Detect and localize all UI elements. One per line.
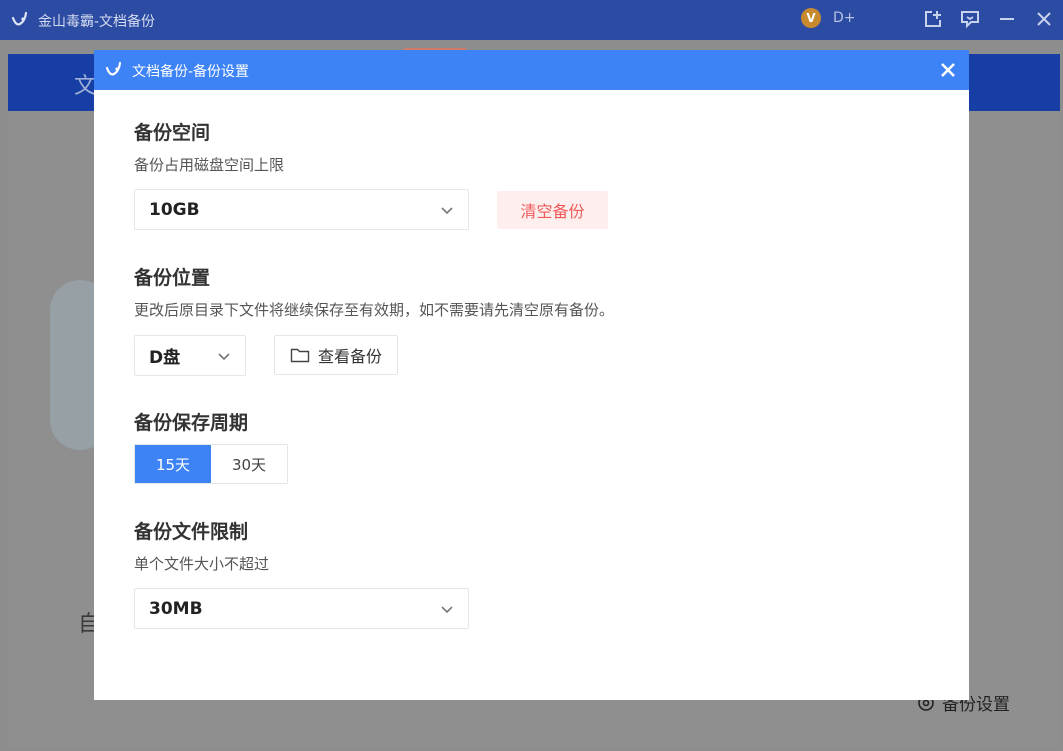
file-limit-select[interactable]: 30MB <box>134 588 469 629</box>
limit-title: 备份文件限制 <box>134 521 249 543</box>
chevron-down-icon <box>441 606 453 614</box>
close-icon <box>941 63 955 77</box>
vip-badge[interactable]: V <box>801 8 821 28</box>
dialog-header: 文档备份-备份设置 <box>94 50 969 90</box>
space-limit-select[interactable]: 10GB <box>134 189 469 230</box>
main-titlebar: 金山毒霸-文档备份 V D+ <box>0 0 1063 40</box>
period-title: 备份保存周期 <box>134 412 249 434</box>
new-window-icon <box>925 11 941 27</box>
minimize-icon <box>1000 18 1014 20</box>
location-title: 备份位置 <box>134 267 211 289</box>
clear-backup-button[interactable]: 清空备份 <box>497 191 608 229</box>
drive-select[interactable]: D盘 <box>134 335 246 376</box>
folder-icon <box>290 348 310 363</box>
view-backup-button[interactable]: 查看备份 <box>274 335 398 375</box>
main-tab-label[interactable]: 文 <box>74 68 96 100</box>
location-description: 更改后原目录下文件将继续保存至有效期，如不需要请先清空原有备份。 <box>134 301 615 319</box>
feedback-button[interactable] <box>957 6 983 32</box>
drive-value: D盘 <box>149 348 181 368</box>
limit-description: 单个文件大小不超过 <box>134 555 270 573</box>
space-description: 备份占用磁盘空间上限 <box>134 156 285 174</box>
vip-level[interactable]: D+ <box>833 10 856 26</box>
new-window-button[interactable] <box>920 6 946 32</box>
view-backup-label: 查看备份 <box>317 347 382 366</box>
period-option-30[interactable]: 30天 <box>211 445 287 483</box>
backup-settings-dialog: 文档备份-备份设置 备份空间 备份占用磁盘空间上限 10GB 清空备份 备份位置… <box>94 50 969 700</box>
app-logo-icon <box>105 61 122 76</box>
chevron-down-icon <box>218 353 230 361</box>
feedback-icon <box>961 11 979 29</box>
app-title: 金山毒霸-文档备份 <box>38 14 156 30</box>
file-limit-value: 30MB <box>149 598 203 619</box>
app-logo-icon <box>11 11 28 26</box>
close-icon <box>1037 12 1051 26</box>
minimize-button[interactable] <box>994 6 1020 32</box>
dialog-title: 文档备份-备份设置 <box>132 64 250 80</box>
period-option-15[interactable]: 15天 <box>135 445 211 483</box>
space-limit-value: 10GB <box>149 199 200 220</box>
dialog-close-button[interactable] <box>937 59 959 81</box>
period-segmented-control: 15天 30天 <box>134 444 288 484</box>
chevron-down-icon <box>441 207 453 215</box>
space-title: 备份空间 <box>134 122 211 144</box>
window-close-button[interactable] <box>1031 6 1057 32</box>
